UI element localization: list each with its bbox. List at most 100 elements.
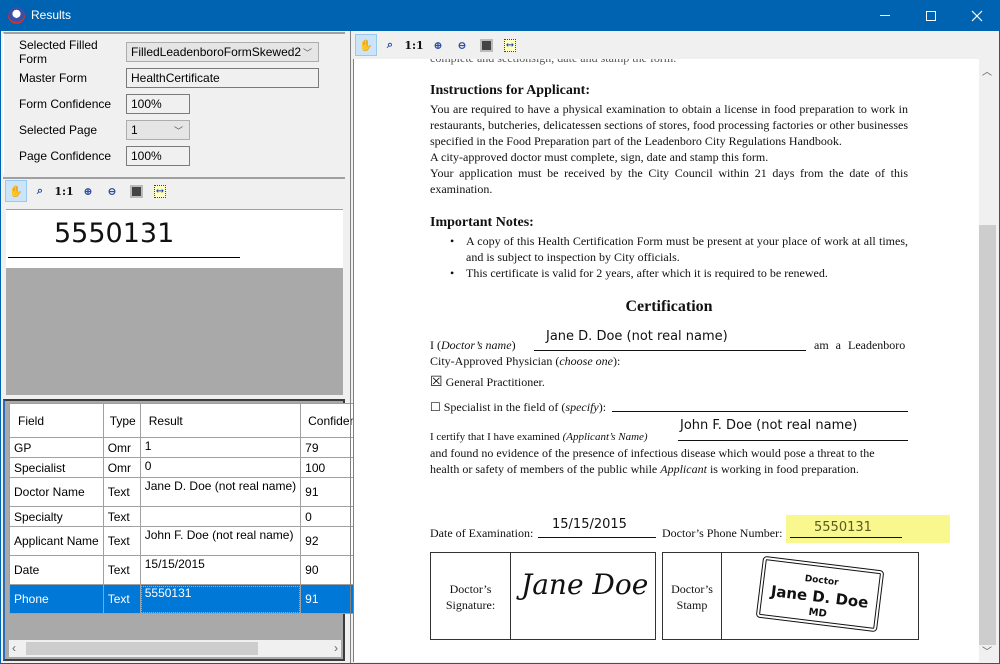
fit-width-icon: ↔ [153, 184, 167, 198]
am-a-text: am a Leadenboro [814, 338, 906, 352]
column-header-type[interactable]: Type [102, 403, 141, 438]
table-row[interactable]: Doctor Name Text Jane D. Doe (not real nam… [9, 477, 374, 507]
fit-page-icon [129, 184, 143, 198]
cell-field[interactable]: Phone [9, 584, 104, 614]
actual-size-button[interactable]: 1:1 [403, 34, 425, 56]
zoom-out-icon: ⊖ [457, 38, 467, 52]
instructions-text-2: A city-approved doctor must complete, si… [430, 150, 769, 164]
pan-button[interactable]: ✋ [5, 180, 27, 202]
table-row[interactable]: Applicant Name Text John F. Doe (not real … [9, 526, 374, 556]
table-row[interactable]: Specialty Text 0 [9, 506, 374, 527]
column-header-field[interactable]: Field [9, 403, 104, 438]
cell-field[interactable]: Specialist [9, 457, 104, 478]
cell-field[interactable]: Applicant Name [9, 526, 104, 556]
document-view[interactable]: complete and sectionsign, date and stamp… [353, 59, 979, 662]
divider [721, 553, 722, 639]
date-value: 15/15/2015 [552, 517, 627, 532]
form-confidence-row: Form Confidence 100% [19, 94, 190, 114]
document-toolbar: ✋ ⌕ 1:1 ⊕ ⊖ ↔ [353, 33, 521, 57]
cell-type[interactable]: Text [102, 506, 141, 527]
text: Applicant [660, 462, 707, 476]
text: I ( [430, 338, 441, 352]
stamp-label: Doctor’s Stamp [671, 582, 713, 612]
close-button[interactable] [954, 0, 1000, 31]
cell-result[interactable]: 15/15/2015 [139, 555, 302, 585]
page-confidence-field[interactable]: 100% [126, 146, 190, 166]
cut-off-text: complete and sectionsign, date and stamp… [430, 59, 676, 66]
cell-type[interactable]: Text [102, 477, 141, 507]
date-label: Date of Examination: [430, 526, 534, 540]
column-header-result[interactable]: Result [139, 403, 302, 438]
signature-label: Doctor’s Signature: [445, 582, 496, 612]
instructions-heading: Instructions for Applicant: [430, 83, 590, 98]
zoom-out-button[interactable]: ⊖ [451, 34, 473, 56]
scroll-up-icon[interactable]: ︿ [982, 63, 992, 78]
zoom-rect-button[interactable]: ⌕ [379, 34, 401, 56]
gp-option: ☒ General Practitioner. [430, 374, 545, 390]
cell-result[interactable]: 0 [139, 457, 302, 478]
fit-width-button[interactable]: ↔ [149, 180, 171, 202]
vertical-scrollbar[interactable]: ︿ ﹀ [979, 59, 996, 662]
text: I certify that I have examined [430, 431, 563, 443]
master-form-field[interactable]: HealthCertificate [126, 68, 319, 88]
maximize-icon [926, 10, 936, 21]
gp-checkbox-icon: ☒ [430, 374, 443, 390]
zoom-in-button[interactable]: ⊕ [77, 180, 99, 202]
selected-filled-form-row: Selected Filled Form FilledLeadenboroFor… [19, 38, 319, 66]
selected-filled-form-combo[interactable]: FilledLeadenboroFormSkewed2 ﹀ [126, 42, 319, 62]
scroll-right-icon[interactable]: › [334, 641, 338, 655]
cell-result[interactable]: 5550131 [139, 584, 302, 614]
zoom-in-icon: ⊕ [433, 38, 443, 52]
cell-type[interactable]: Text [102, 584, 141, 614]
cell-field[interactable]: Specialty [9, 506, 104, 527]
vertical-scroll-thumb[interactable] [979, 225, 996, 645]
signature-image: Jane Doe [521, 568, 649, 601]
horizontal-scrollbar[interactable]: ‹ › [9, 640, 341, 657]
cell-field[interactable]: Date [9, 555, 104, 585]
zoom-in-button[interactable]: ⊕ [427, 34, 449, 56]
table-row[interactable]: GP Omr 1 79 [9, 437, 374, 458]
cell-type[interactable]: Text [102, 555, 141, 585]
scroll-down-icon[interactable]: ﹀ [982, 643, 992, 658]
minimize-button[interactable] [862, 0, 908, 31]
cell-type[interactable]: Text [102, 526, 141, 556]
selected-page-value: 1 [131, 123, 138, 137]
table-row[interactable]: Phone Text 5550131 91 [9, 584, 374, 614]
actual-size-button[interactable]: 1:1 [53, 180, 75, 202]
zoom-rect-button[interactable]: ⌕ [29, 180, 51, 202]
pan-button[interactable]: ✋ [355, 34, 377, 56]
table-row[interactable]: Specialist Omr 0 100 [9, 457, 374, 478]
certification-title: Certification [625, 298, 713, 315]
cell-field[interactable]: Doctor Name [9, 477, 104, 507]
zoom-out-button[interactable]: ⊖ [101, 180, 123, 202]
field-preview-view[interactable]: 5550131 [6, 209, 343, 395]
scroll-left-icon[interactable]: ‹ [12, 641, 16, 655]
field-preview-panel: ✋ ⌕ 1:1 ⊕ ⊖ ↔ 5550131 [3, 177, 345, 395]
cell-type[interactable]: Omr [102, 457, 141, 478]
certify-line-3: health or safety of members of the publi… [430, 461, 859, 477]
note-item: A copy of this Health Certification Form… [450, 233, 908, 265]
fit-page-button[interactable] [125, 180, 147, 202]
table-row[interactable]: Date Text 15/15/2015 90 [9, 555, 374, 585]
text: health or safety of members of the publi… [430, 462, 661, 476]
cell-field[interactable]: GP [9, 437, 104, 458]
cell-result[interactable] [139, 506, 302, 527]
horizontal-scroll-thumb[interactable] [26, 642, 258, 655]
cell-type[interactable]: Omr [102, 437, 141, 458]
window-title: Results [31, 8, 72, 22]
page-confidence-row: Page Confidence 100% [19, 146, 190, 166]
master-form-row: Master Form HealthCertificate [19, 68, 319, 88]
note-item: This certificate is valid for 2 years, a… [450, 265, 908, 281]
fit-width-icon: ↔ [503, 38, 517, 52]
cell-result[interactable]: Jane D. Doe (not real name) [139, 477, 302, 507]
close-icon [971, 10, 983, 21]
fit-width-button[interactable]: ↔ [499, 34, 521, 56]
fit-page-button[interactable] [475, 34, 497, 56]
cell-result[interactable]: 1 [139, 437, 302, 458]
form-confidence-field[interactable]: 100% [126, 94, 190, 114]
stamp-box: Doctor’s Stamp Doctor Jane D. Doe MD [662, 552, 919, 640]
cell-result[interactable]: John F. Doe (not real name) [139, 526, 302, 556]
maximize-button[interactable] [908, 0, 954, 31]
selected-page-combo[interactable]: 1 ﹀ [126, 120, 190, 140]
form-confidence-value: 100% [131, 97, 162, 111]
